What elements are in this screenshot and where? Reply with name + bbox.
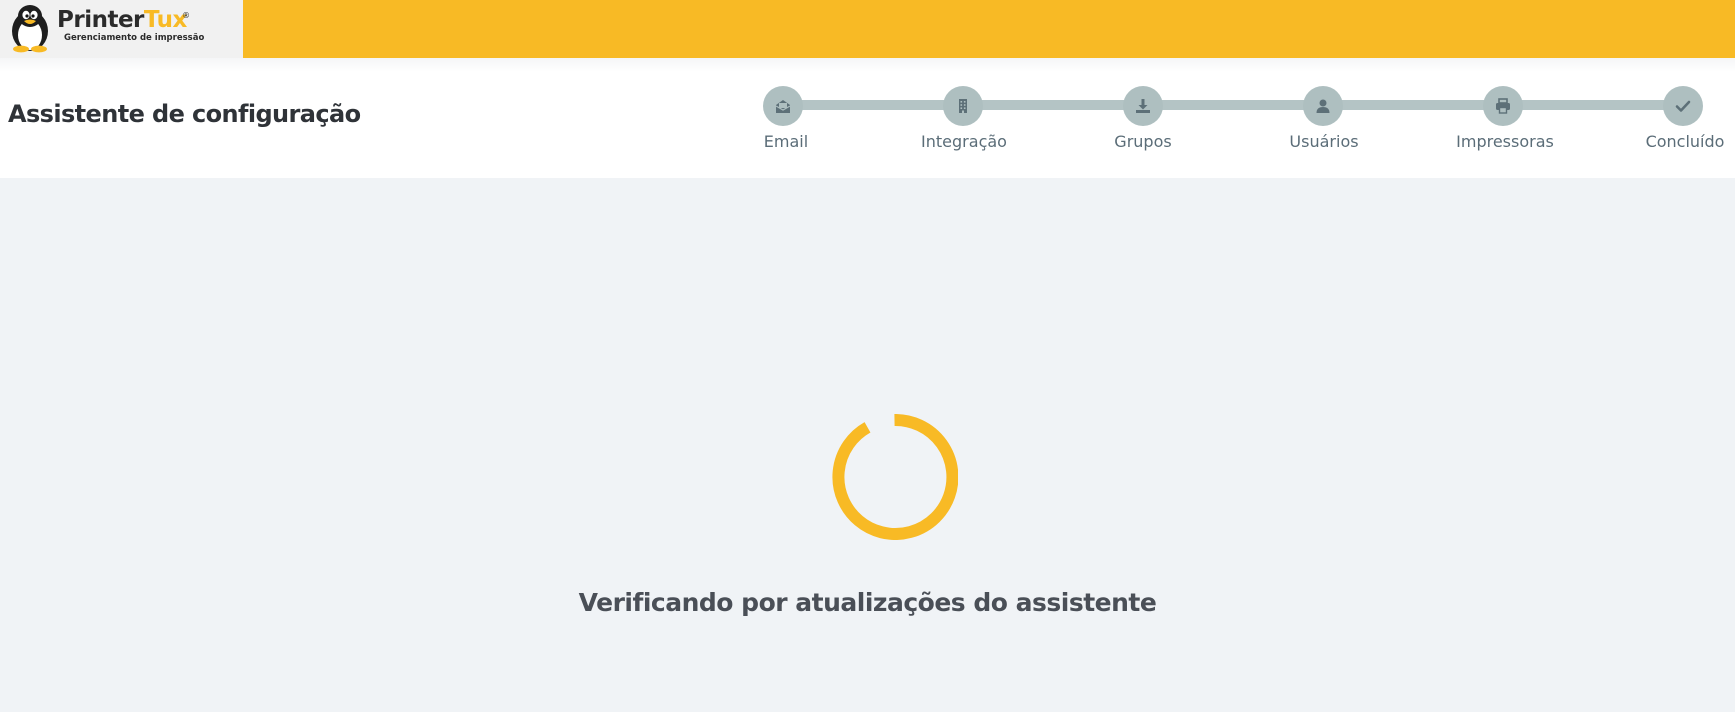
user-icon	[1316, 99, 1330, 113]
brand-name-part2: Tux	[143, 7, 187, 33]
logo[interactable]: PrinterTux ® Gerenciamento de impressão	[0, 0, 243, 58]
step-label-integracao[interactable]: Integração	[921, 132, 1007, 151]
tux-penguin-icon	[12, 5, 48, 53]
step-impressoras[interactable]	[1483, 86, 1523, 126]
loading-spinner-icon	[832, 414, 958, 540]
building-icon	[959, 99, 967, 113]
step-label-concluido[interactable]: Concluído	[1646, 132, 1725, 151]
page-header: Assistente de configuração Email Integra…	[0, 58, 1735, 178]
brand-name: PrinterTux	[57, 7, 187, 33]
printer-icon	[1496, 98, 1510, 114]
check-icon	[1675, 100, 1691, 112]
status-message: Verificando por atualizações do assisten…	[578, 588, 1157, 617]
brand-tagline: Gerenciamento de impressão	[64, 33, 205, 43]
envelope-open-icon	[775, 100, 791, 113]
wizard-stepper: Email Integração Grupos Usuários Impress…	[0, 58, 1735, 178]
download-icon	[1136, 99, 1150, 113]
step-integracao[interactable]	[943, 86, 983, 126]
step-label-impressoras[interactable]: Impressoras	[1456, 132, 1554, 151]
main-content: Verificando por atualizações do assisten…	[0, 178, 1735, 712]
step-label-usuarios[interactable]: Usuários	[1289, 132, 1358, 151]
step-label-email[interactable]: Email	[764, 132, 808, 151]
step-email[interactable]	[763, 86, 803, 126]
step-label-grupos[interactable]: Grupos	[1114, 132, 1171, 151]
step-usuarios[interactable]	[1303, 86, 1343, 126]
registered-mark: ®	[182, 11, 190, 20]
top-bar	[0, 0, 1735, 58]
step-concluido[interactable]	[1663, 86, 1703, 126]
step-grupos[interactable]	[1123, 86, 1163, 126]
brand-name-part1: Printer	[57, 7, 144, 33]
stepper-track	[783, 100, 1683, 110]
